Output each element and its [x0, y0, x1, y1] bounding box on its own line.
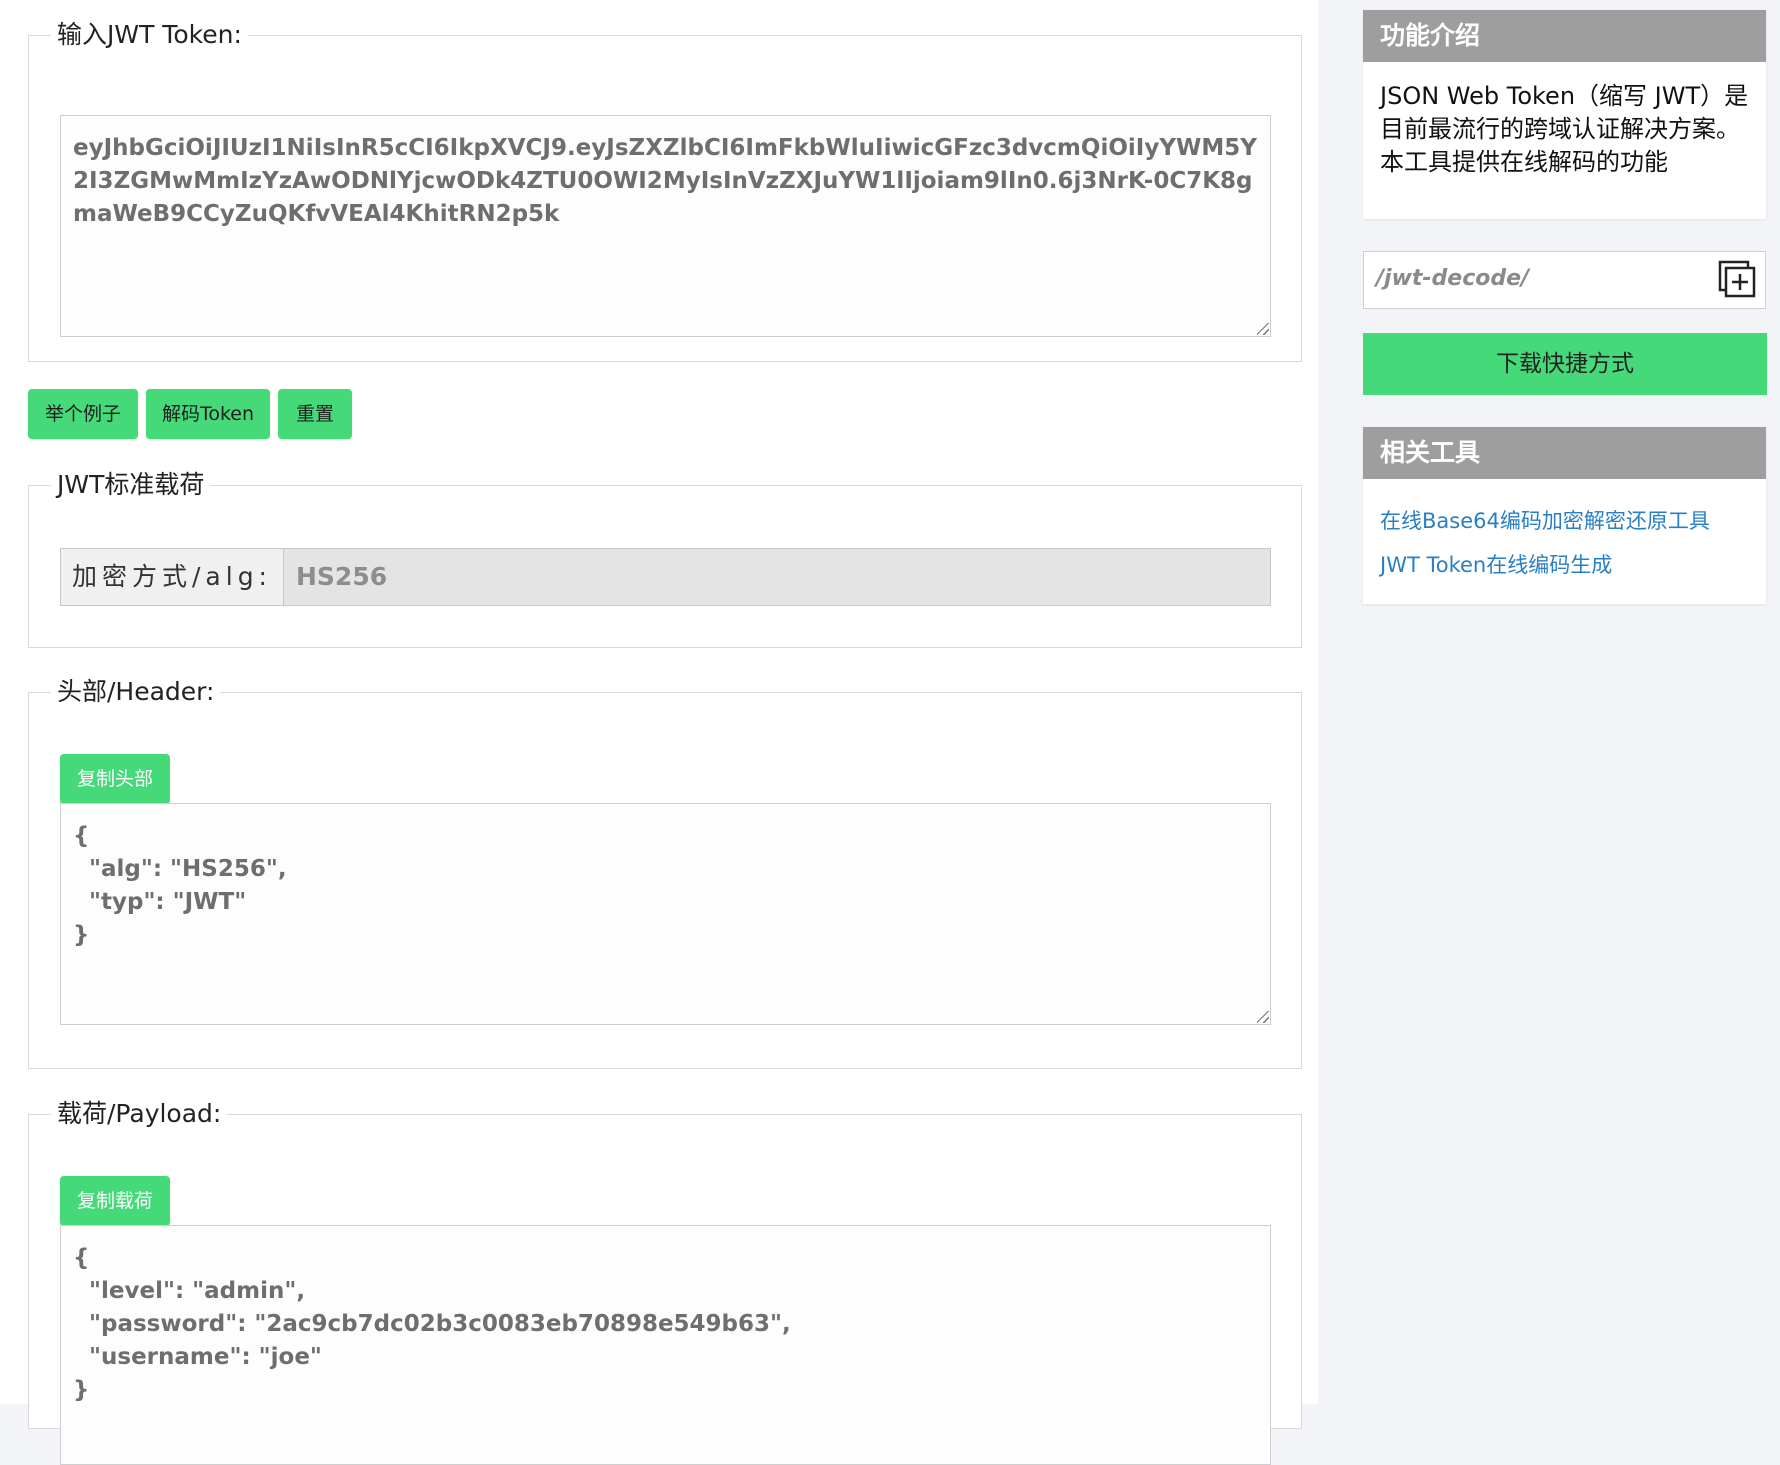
shortcut-path-field[interactable]: /jwt-decode/	[1363, 251, 1766, 309]
payload-output[interactable]: { "level": "admin", "password": "2ac9cb7…	[60, 1225, 1271, 1465]
claims-legend: JWT标准载荷	[57, 470, 205, 499]
token-resize-handle[interactable]	[1257, 323, 1269, 335]
related-link-jwt-encode[interactable]: JWT Token在线编码生成	[1380, 543, 1749, 587]
payload-fieldset: 载荷/Payload: 复制载荷 { "level": "admin", "pa…	[28, 1099, 1302, 1465]
token-fieldset: 输入JWT Token: eyJhbGciOiJIUzI1NiIsInR5cCI…	[28, 20, 1302, 362]
copy-payload-button[interactable]: 复制载荷	[60, 1176, 170, 1226]
header-resize-handle[interactable]	[1257, 1011, 1269, 1023]
related-link-base64[interactable]: 在线Base64编码加密解密还原工具	[1380, 499, 1749, 543]
decode-token-button[interactable]: 解码Token	[146, 389, 270, 439]
related-tools-card: 相关工具 在线Base64编码加密解密还原工具 JWT Token在线编码生成	[1363, 427, 1766, 604]
alg-value-field[interactable]: HS256	[284, 549, 1270, 605]
alg-label: 加密方式/alg:	[61, 549, 284, 605]
download-shortcut-button[interactable]: 下载快捷方式	[1363, 333, 1767, 395]
intro-text: JSON Web Token（缩写 JWT）是目前最流行的跨域认证解决方案。本工…	[1380, 82, 1749, 176]
copy-header-button[interactable]: 复制头部	[60, 754, 170, 804]
related-tools-title: 相关工具	[1363, 427, 1766, 479]
intro-title: 功能介绍	[1363, 10, 1766, 62]
header-fieldset: 头部/Header: 复制头部 { "alg": "HS256", "typ":…	[28, 677, 1302, 1069]
reset-button[interactable]: 重置	[278, 389, 352, 439]
header-output[interactable]: { "alg": "HS256", "typ": "JWT" }	[60, 803, 1271, 1025]
alg-row: 加密方式/alg: HS256	[60, 548, 1271, 606]
add-bookmark-icon[interactable]	[1718, 260, 1758, 300]
intro-card: 功能介绍 JSON Web Token（缩写 JWT）是目前最流行的跨域认证解决…	[1363, 10, 1766, 219]
shortcut-path-value: /jwt-decode/	[1376, 266, 1530, 291]
example-button[interactable]: 举个例子	[28, 389, 138, 439]
header-legend: 头部/Header:	[57, 677, 215, 706]
main-panel: 输入JWT Token: eyJhbGciOiJIUzI1NiIsInR5cCI…	[0, 0, 1318, 1465]
claims-fieldset: JWT标准载荷 加密方式/alg: HS256	[28, 470, 1302, 648]
token-legend: 输入JWT Token:	[57, 20, 242, 49]
token-input[interactable]: eyJhbGciOiJIUzI1NiIsInR5cCI6IkpXVCJ9.eyJ…	[60, 115, 1271, 337]
payload-legend: 载荷/Payload:	[57, 1099, 222, 1128]
